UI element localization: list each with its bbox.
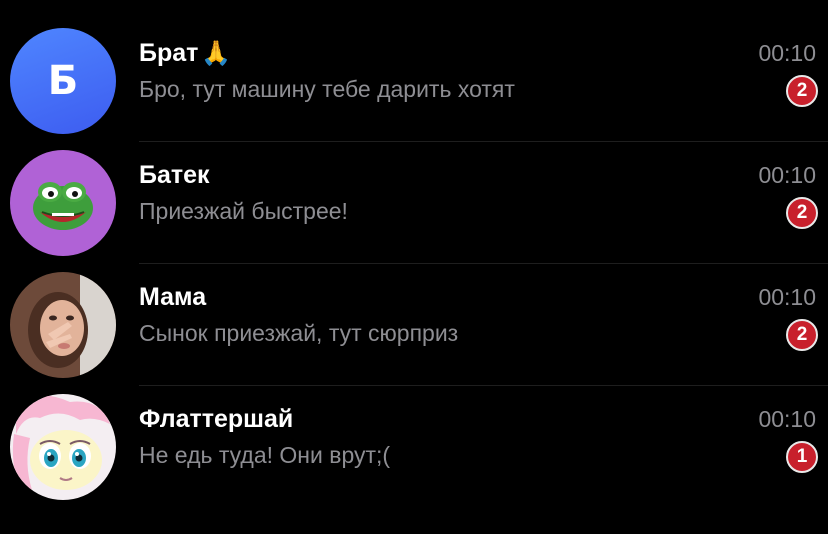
pepe-frog-icon: [10, 150, 116, 256]
avatar[interactable]: Б: [10, 28, 116, 134]
chat-time: 00:10: [758, 284, 816, 310]
praying-hands-icon: 🙏: [201, 39, 232, 67]
chat-list: Б Брат 🙏 Бро, тут машину тебе дарить хотя…: [0, 0, 828, 534]
chat-preview: Приезжай быстрее!: [139, 198, 348, 224]
chat-row-mama[interactable]: Мама Сынок приезжай, тут сюрприз 00:10 2: [0, 264, 828, 386]
chat-name: Батек: [139, 161, 210, 189]
chat-name: Флаттершай: [139, 405, 294, 433]
avatar[interactable]: [10, 272, 116, 378]
chat-preview: Сынок приезжай, тут сюрприз: [139, 320, 459, 346]
chat-time: 00:10: [758, 40, 816, 66]
chat-name: Брат 🙏: [139, 39, 231, 68]
chat-name: Мама: [139, 283, 207, 311]
avatar-letter: Б: [47, 58, 79, 104]
avatar[interactable]: [10, 394, 116, 500]
unread-badge: 2: [786, 319, 818, 351]
unread-badge: 2: [786, 75, 818, 107]
unread-badge: 2: [786, 197, 818, 229]
chat-preview: Не едь туда! Они врут;(: [139, 442, 391, 468]
chat-preview: Бро, тут машину тебе дарить хотят: [139, 76, 515, 102]
chat-row-fluttershy[interactable]: Флаттершай Не едь туда! Они врут;( 00:10…: [0, 386, 828, 508]
chat-row-batek[interactable]: Батек Приезжай быстрее! 00:10 2: [0, 142, 828, 264]
chat-row-brat[interactable]: Б Брат 🙏 Бро, тут машину тебе дарить хотя…: [0, 20, 828, 142]
selfie-photo: [10, 272, 116, 378]
chat-time: 00:10: [758, 406, 816, 432]
chat-name-text: Брат: [139, 39, 199, 67]
pony-cartoon-icon: [10, 394, 116, 500]
chat-time: 00:10: [758, 162, 816, 188]
avatar[interactable]: [10, 150, 116, 256]
unread-badge: 1: [786, 441, 818, 473]
